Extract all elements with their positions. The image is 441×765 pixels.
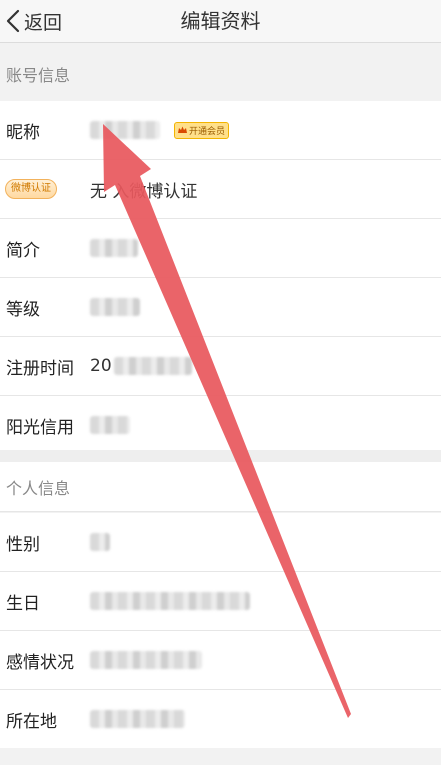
register-time-label: 注册时间 (6, 358, 74, 379)
nickname-redacted (90, 121, 160, 139)
relationship-value (90, 631, 202, 689)
credit-value (90, 396, 130, 454)
level-redacted (90, 298, 140, 316)
intro-label: 简介 (6, 240, 40, 261)
row-birthday[interactable]: 生日 (0, 572, 441, 631)
page-title: 编辑资料 (180, 9, 261, 33)
section-header-personal: 个人信息 (0, 462, 441, 512)
vip-badge[interactable]: 开通会员 (174, 121, 230, 139)
row-nickname[interactable]: 昵称 开通会员 (0, 101, 441, 160)
row-credit[interactable]: 阳光信用 (0, 396, 441, 454)
location-redacted (90, 710, 185, 728)
credit-redacted (90, 416, 130, 434)
row-relationship[interactable]: 感情状况 (0, 631, 441, 690)
weibo-verify-badge: 微博认证 (5, 179, 57, 199)
vip-label: 开通会员 (189, 126, 226, 137)
navigation-bar: 返回 编辑资料 (0, 0, 441, 43)
register-time-redacted (113, 357, 192, 375)
chevron-left-icon (6, 9, 20, 33)
birthday-value (90, 572, 250, 630)
level-label: 等级 (6, 299, 40, 320)
location-value (90, 690, 185, 748)
row-gender[interactable]: 性别 (0, 513, 441, 572)
row-location[interactable]: 所在地 (0, 690, 441, 748)
weibo-verify-value: 无 入微博认证 (90, 160, 197, 218)
birthday-redacted (90, 592, 250, 610)
gender-label: 性别 (6, 534, 40, 555)
level-value (90, 278, 140, 336)
birthday-label: 生日 (6, 593, 40, 614)
nickname-value: 开通会员 (90, 101, 230, 159)
crown-icon (178, 126, 187, 133)
account-info-group: 昵称 开通会员 微博认证 无 入微博认证 简介 等级 注册时间 20 阳光信用 (0, 101, 441, 454)
intro-redacted (90, 239, 138, 257)
intro-value (90, 219, 138, 277)
back-label: 返回 (24, 11, 63, 34)
location-label: 所在地 (6, 711, 57, 732)
row-intro[interactable]: 简介 (0, 219, 441, 278)
section-header-account: 账号信息 (0, 43, 441, 101)
personal-info-group: 性别 生日 感情状况 所在地 (0, 513, 441, 748)
row-register-time[interactable]: 注册时间 20 (0, 337, 441, 396)
gender-value (90, 513, 110, 571)
credit-label: 阳光信用 (6, 417, 74, 438)
register-time-value: 20 (90, 337, 192, 395)
back-button[interactable]: 返回 (4, 6, 62, 36)
nickname-label: 昵称 (6, 122, 40, 143)
relationship-label: 感情状况 (6, 652, 74, 673)
register-time-prefix: 20 (90, 356, 112, 376)
section-divider (0, 450, 441, 462)
weibo-verify-text: 无 入微博认证 (90, 181, 198, 202)
row-level[interactable]: 等级 (0, 278, 441, 337)
row-weibo-verify[interactable]: 微博认证 无 入微博认证 (0, 160, 441, 219)
relationship-redacted (90, 651, 202, 669)
gender-redacted (90, 533, 110, 551)
